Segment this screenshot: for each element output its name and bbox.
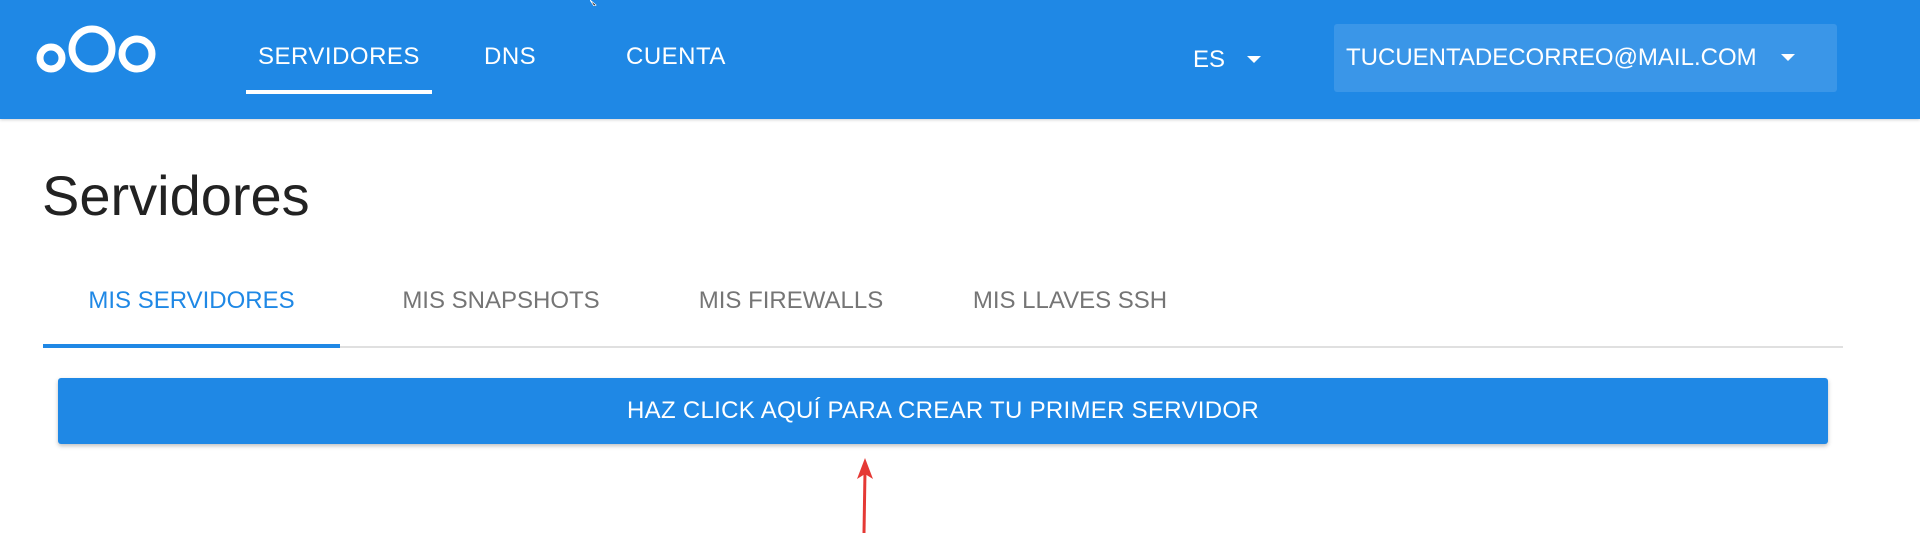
mouse-pointer-icon	[590, 0, 597, 6]
page-title: Servidores	[42, 164, 310, 227]
cloud-rings-logo-icon[interactable]	[34, 18, 160, 80]
chevron-down-icon	[1780, 54, 1795, 62]
chevron-down-icon	[1247, 56, 1262, 64]
nav-cuenta[interactable]: CUENTA	[626, 0, 726, 94]
top-nav-bar: SERVIDORES DNS CUENTA ES TUCUENTADECORRE…	[0, 0, 1920, 119]
tab-mis-llaves-ssh[interactable]: MIS LLAVES SSH	[949, 270, 1191, 346]
language-selector[interactable]: ES	[1193, 40, 1262, 80]
nav-servidores[interactable]: SERVIDORES	[246, 0, 432, 94]
language-label: ES	[1193, 46, 1226, 73]
tab-mis-firewalls[interactable]: MIS FIREWALLS	[675, 270, 907, 346]
tab-mis-snapshots[interactable]: MIS SNAPSHOTS	[385, 270, 617, 346]
tab-bar: MIS SERVIDORES MIS SNAPSHOTS MIS FIREWAL…	[43, 270, 1843, 348]
account-email: TUCUENTADECORREO@MAIL.COM	[1346, 44, 1757, 71]
nav-dns[interactable]: DNS	[484, 0, 536, 94]
account-menu[interactable]: TUCUENTADECORREO@MAIL.COM	[1334, 24, 1837, 92]
create-first-server-button[interactable]: HAZ CLICK AQUÍ PARA CREAR TU PRIMER SERV…	[58, 378, 1828, 444]
red-arrow-up-icon	[857, 458, 873, 534]
tab-mis-servidores[interactable]: MIS SERVIDORES	[43, 270, 340, 348]
